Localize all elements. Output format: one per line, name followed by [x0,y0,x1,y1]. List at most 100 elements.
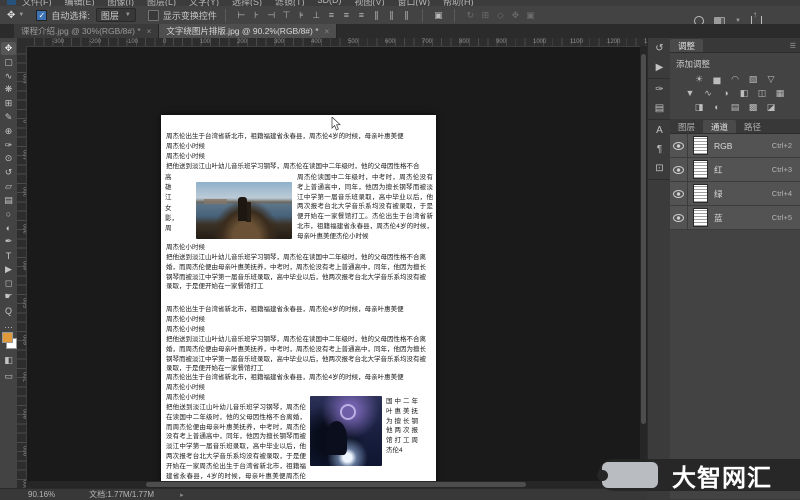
document-page[interactable]: 周杰伦出生于台湾省新北市，祖籍福建省永春县，周杰伦4岁的时候，母亲叶惠美便 周杰伦… [161,115,436,489]
绿[interactable]: 绿 Ctrl+4 [670,182,800,206]
healing-brush-tool[interactable]: ⊕ [1,125,16,138]
adjustment-icon[interactable]: ◨ [693,101,706,113]
tab-channels[interactable]: 通道 [703,120,737,133]
adjustment-icon[interactable]: ◠ [729,73,742,85]
pen-tool[interactable]: ✒ [1,235,16,248]
红[interactable]: 红 Ctrl+3 [670,158,800,182]
marquee-tool[interactable]: ▢ [1,56,16,69]
lasso-tool[interactable]: ∿ [1,70,16,83]
RGB[interactable]: RGB Ctrl+2 [670,134,800,158]
distribute-bottom-edges-icon[interactable]: ≡ [354,10,369,21]
channel-thumbnail [693,184,708,203]
zoom-level-field[interactable]: 90.16% [28,490,55,499]
align-vertical-centers-icon[interactable]: ⊧ [294,10,309,21]
distribute-vertical-centers-icon[interactable]: ≡ [339,10,354,21]
auto-select-dropdown[interactable]: 图层 ▼ [95,8,136,22]
move-tool[interactable]: ✥ [1,42,16,55]
type-tool[interactable]: T [1,249,16,262]
distribute-top-edges-icon[interactable]: ≡ [324,10,339,21]
document-tab-inactive[interactable]: 课程介绍.jpg @ 30%(RGB/8#) * × [14,24,160,38]
brush-presets-panel-icon[interactable]: ▤ [652,102,667,115]
clone-stamp-tool[interactable]: ⊙ [1,152,16,165]
hand-tool[interactable]: ☛ [1,290,16,303]
quick-mask-button[interactable]: ◧ [1,354,16,367]
character-panel-icon[interactable]: A [652,124,667,137]
distribute-horizontal-centers-icon[interactable]: ∥ [384,10,399,21]
history-brush-tool[interactable]: ↺ [1,166,16,179]
blur-tool[interactable]: ○ [1,208,16,221]
adjustment-icon[interactable]: ∿ [702,87,715,99]
adjustment-icon[interactable]: ☀ [693,73,706,85]
paragraph-panel-icon[interactable]: ¶ [652,143,667,156]
tool-preset-caret-icon[interactable]: ▼ [18,12,24,18]
tab-adjustments[interactable]: 调整 [670,39,704,52]
brush-tool[interactable]: ✑ [1,139,16,152]
adjustment-icon[interactable]: ◑ [720,87,733,99]
adjustment-icon[interactable]: ▩ [747,101,760,113]
adjustment-icon[interactable]: ▼ [684,87,697,99]
align-bottom-edges-icon[interactable]: ⊥ [309,10,324,21]
蓝[interactable]: 蓝 Ctrl+5 [670,206,800,230]
quick-selection-tool[interactable]: ❋ [1,83,16,96]
screen-mode-button[interactable]: ▭ [1,370,16,383]
scrollbar-thumb[interactable] [641,54,646,424]
tab-paths[interactable]: 路径 [736,120,769,133]
brush-panel-icon[interactable]: ✑ [652,83,667,96]
horizontal-ruler[interactable]: -300 -200 -100 0 100 200 300 400 500 600 700 800 900… [26,38,647,47]
ruler-label: 300 [24,223,27,234]
adjustment-icon[interactable]: ▦ [774,87,787,99]
tab-layers[interactable]: 图层 [670,120,703,133]
align-horizontal-centers-icon[interactable]: ⊦ [249,10,264,21]
history-panel-icon[interactable]: ↺ [652,42,667,55]
visibility-eye-icon[interactable] [673,141,684,150]
scrollbar-thumb[interactable] [146,482,526,487]
ruler-label: 900 [496,39,507,45]
align-top-edges-icon[interactable]: ⊤ [279,10,294,21]
adjustment-icon[interactable]: ▽ [765,73,778,85]
auto-align-layers-icon[interactable]: ▣ [431,10,446,21]
channel-thumbnail [693,208,708,227]
dodge-tool[interactable]: ◐ [1,221,16,234]
actions-panel-icon[interactable]: ▶ [652,61,667,74]
document-tab-active[interactable]: 文字绕图片排版.jpg @ 90.2%(RGB/8#) * × [159,24,338,38]
zoom-tool[interactable]: Q [1,304,16,317]
adjustment-icon[interactable]: ◫ [756,87,769,99]
distribute-right-edges-icon[interactable]: ∥ [399,10,414,21]
adjustment-icon[interactable]: ▅ [711,73,724,85]
auto-select-checkbox[interactable]: ✓ [36,9,48,21]
crop-tool[interactable]: ⊞ [1,97,16,110]
visibility-eye-icon[interactable] [673,189,684,198]
gradient-tool[interactable]: ▤ [1,194,16,207]
adjustment-icon[interactable]: ◐ [711,101,724,113]
ruler-label: 100 [200,39,211,45]
foreground-color-swatch[interactable] [2,332,13,343]
vertical-scrollbar[interactable] [640,46,647,481]
eyedropper-tool[interactable]: ✎ [1,111,16,124]
channel-shortcut: Ctrl+4 [771,189,792,198]
edit-toolbar-button[interactable]: … [1,318,16,331]
page-text-line: 把他送到淡江山叶幼儿音乐班学习钢琴，周杰伦在读国中二年级时，他的父母因性格不合离… [166,404,306,489]
eraser-tool[interactable]: ▱ [1,180,16,193]
horizontal-scrollbar[interactable] [26,481,640,488]
path-selection-tool[interactable]: ▶ [1,263,16,276]
right-panel: 调整 ☰ 添加调整 ☀ ▅ ◠ ▧ ▽ ▼ ∿ ◑ ◧ ◫ ▦ ◨ ◐ ▤ ▩ ◪ 图层 通道 路径 RGB Ct… [670,38,800,499]
close-icon[interactable]: × [147,27,152,36]
close-icon[interactable]: × [325,27,330,36]
adjustment-icon[interactable]: ▧ [747,73,760,85]
shape-tool[interactable]: ◻ [1,277,16,290]
page-text-line: 周杰伦小时候 [166,143,205,150]
vertical-ruler[interactable]: -10001002003004005006007008009001000 [17,46,27,488]
adjustment-icon[interactable]: ◧ [738,87,751,99]
visibility-eye-icon[interactable] [673,165,684,174]
align-left-edges-icon[interactable]: ⊢ [234,10,249,21]
visibility-eye-icon[interactable] [673,213,684,222]
show-transform-checkbox[interactable] [147,9,159,21]
align-right-edges-icon[interactable]: ⊣ [264,10,279,21]
adjustment-icon[interactable]: ◪ [765,101,778,113]
panel-menu-icon[interactable]: ☰ [790,42,796,50]
page-text-line: 周杰伦小时候 [166,326,205,333]
clone-source-panel-icon[interactable]: ⊡ [652,162,667,175]
status-options-arrow[interactable]: ▸ [180,491,184,499]
distribute-left-edges-icon[interactable]: ∥ [369,10,384,21]
adjustment-icon[interactable]: ▤ [729,101,742,113]
